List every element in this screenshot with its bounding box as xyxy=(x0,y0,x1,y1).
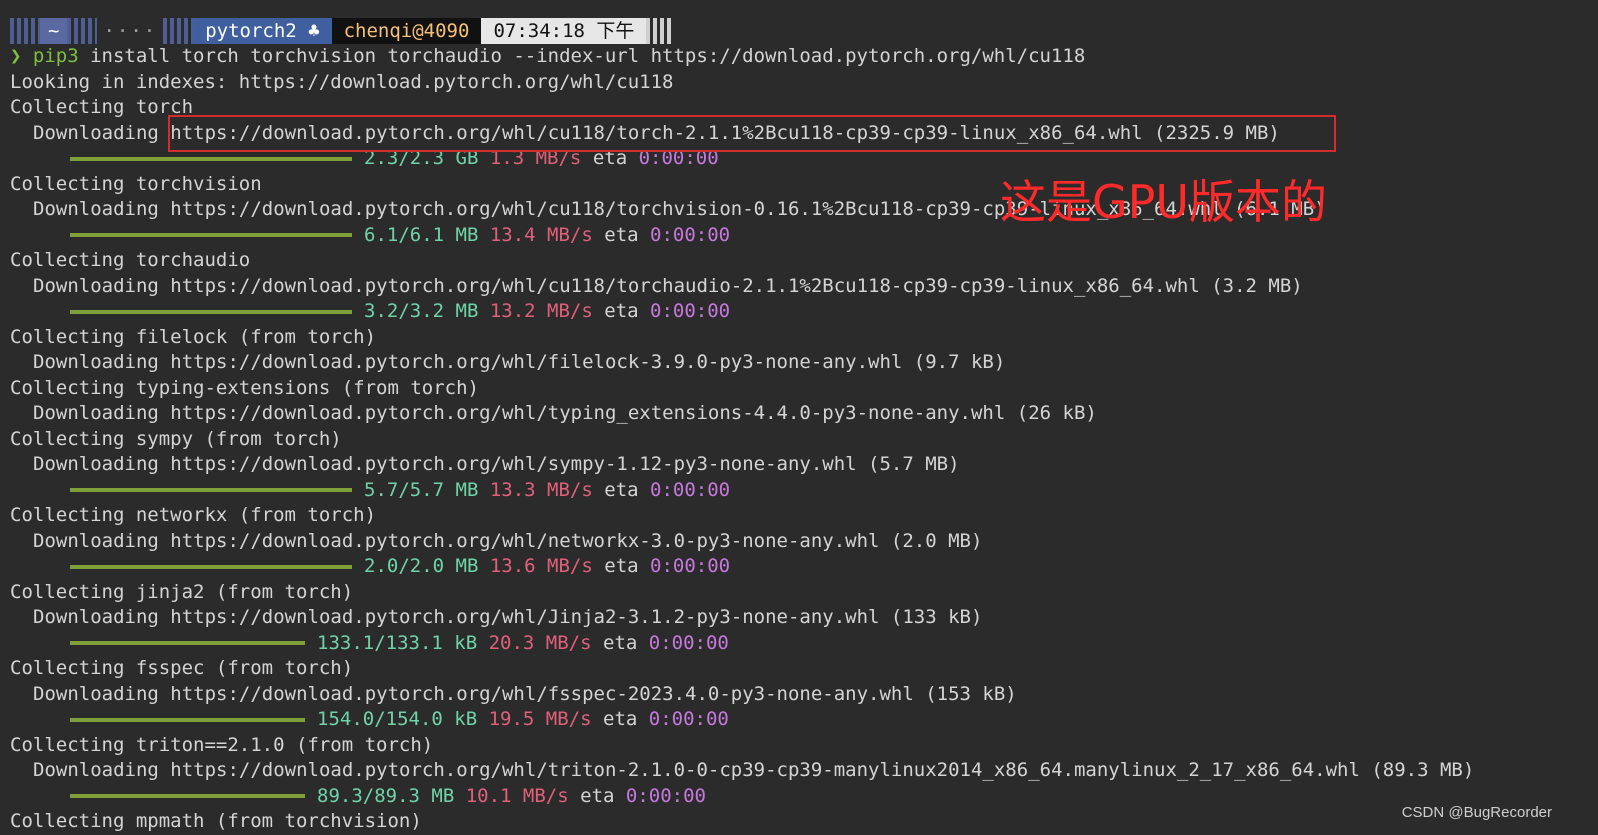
progress-speed: 13.6 MB/s xyxy=(489,555,593,577)
output-line: Collecting triton==2.1.0 (from torch) xyxy=(10,733,434,756)
progress-eta: 0:00:00 xyxy=(650,555,731,577)
download-line: Downloading https://download.pytorch.org… xyxy=(33,274,1303,297)
progress-speed: 13.3 MB/s xyxy=(489,478,593,501)
output-line: Collecting torchaudio xyxy=(10,249,251,271)
download-line: Downloading https://download.pytorch.org… xyxy=(33,606,983,628)
prompt-arrow-icon: ❯ xyxy=(10,45,22,67)
download-line: Downloading https://download.pytorch.org… xyxy=(33,453,960,475)
progress-speed: 19.5 MB/s xyxy=(488,708,592,730)
progress-speed: 10.1 MB/s xyxy=(465,784,569,807)
progress-size: 89.3/89.3 MB xyxy=(317,784,455,807)
progress-line: 3.2/3.2 MB 13.2 MB/s eta 0:00:00 xyxy=(10,299,1598,325)
progress-line: 2.0/2.0 MB 13.6 MB/s eta 0:00:00 xyxy=(10,554,1598,580)
progress-eta-label: eta xyxy=(603,631,638,654)
progress-line: 89.3/89.3 MB 10.1 MB/s eta 0:00:00 xyxy=(10,784,1598,810)
progress-eta: 0:00:00 xyxy=(648,708,729,730)
command-name: pip3 xyxy=(32,45,79,67)
download-line: Downloading https://download.pytorch.org… xyxy=(33,682,1017,705)
output-line: Collecting filelock (from torch) xyxy=(10,325,377,348)
progress-eta-label: eta xyxy=(580,784,615,807)
progress-bar xyxy=(70,641,305,645)
progress-eta-label: eta xyxy=(604,555,639,577)
output-line: Collecting torchvision xyxy=(10,172,262,195)
progress-eta: 0:00:00 xyxy=(650,223,731,246)
progress-size: 2.0/2.0 MB xyxy=(364,555,479,577)
progress-size: 5.7/5.7 MB xyxy=(364,478,479,501)
progress-eta-label: eta xyxy=(603,708,638,730)
progress-size: 3.2/3.2 MB xyxy=(364,300,479,322)
highlight-box xyxy=(168,115,1336,152)
progress-bar xyxy=(70,564,352,569)
progress-eta: 0:00:00 xyxy=(650,478,731,501)
command-args: install torch torchvision torchaudio --i… xyxy=(78,45,1086,67)
progress-bar xyxy=(70,309,352,314)
progress-line: 154.0/154.0 kB 19.5 MB/s eta 0:00:00 xyxy=(10,707,1598,733)
output-line: Collecting typing-extensions (from torch… xyxy=(10,376,479,399)
progress-bar xyxy=(70,156,352,161)
output-line: Collecting sympy (from torch) xyxy=(10,427,342,450)
progress-eta-label: eta xyxy=(604,300,639,322)
progress-speed: 13.4 MB/s xyxy=(489,223,593,246)
download-line: Downloading https://download.pytorch.org… xyxy=(33,351,1006,373)
annotation-text: 这是GPU版本的 xyxy=(1000,175,1328,229)
output-line: Collecting fsspec (from torch) xyxy=(10,657,354,679)
download-line: Downloading https://download.pytorch.org… xyxy=(33,759,1475,781)
progress-size: 6.1/6.1 MB xyxy=(364,223,479,246)
progress-eta: 0:00:00 xyxy=(625,784,706,807)
progress-eta: 0:00:00 xyxy=(650,300,731,322)
progress-size: 133.1/133.1 kB xyxy=(317,631,478,654)
output-line: Collecting mpmath (from torchvision) xyxy=(10,810,422,832)
progress-line: 133.1/133.1 kB 20.3 MB/s eta 0:00:00 xyxy=(10,631,1598,657)
output-line: Collecting jinja2 (from torch) xyxy=(10,580,354,603)
progress-bar xyxy=(70,233,352,237)
output-line: Collecting networkx (from torch) xyxy=(10,504,377,526)
progress-eta-label: eta xyxy=(604,223,639,246)
watermark: CSDN @BugRecorder xyxy=(1401,804,1552,821)
progress-line: 5.7/5.7 MB 13.3 MB/s eta 0:00:00 xyxy=(10,478,1598,504)
progress-eta-label: eta xyxy=(604,478,639,501)
progress-speed: 13.2 MB/s xyxy=(489,300,593,322)
progress-bar xyxy=(70,488,352,492)
command-line: ❯ pip3 install torch torchvision torchau… xyxy=(10,44,1598,70)
progress-bar xyxy=(70,717,305,722)
progress-speed: 20.3 MB/s xyxy=(488,631,592,654)
progress-line: 6.1/6.1 MB 13.4 MB/s eta 0:00:00 xyxy=(10,223,1598,249)
progress-eta: 0:00:00 xyxy=(648,631,729,654)
progress-bar xyxy=(70,794,305,798)
download-line: Downloading https://download.pytorch.org… xyxy=(33,198,1326,220)
download-line: Downloading https://download.pytorch.org… xyxy=(33,402,1097,424)
download-line: Downloading https://download.pytorch.org… xyxy=(33,529,983,552)
progress-size: 154.0/154.0 kB xyxy=(317,708,478,730)
output-line: Looking in indexes: https://download.pyt… xyxy=(10,70,674,93)
